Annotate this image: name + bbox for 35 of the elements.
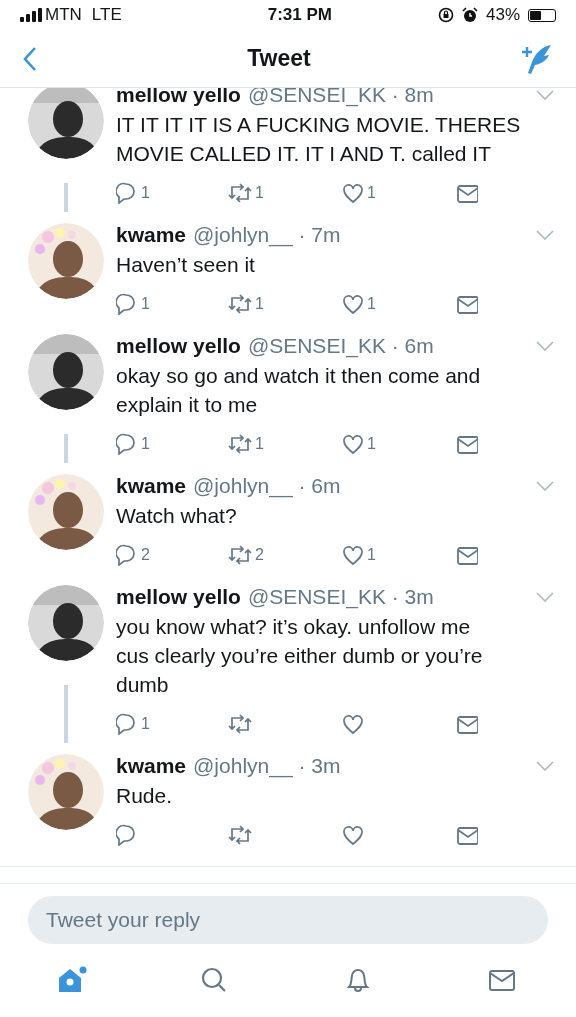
tweet-text: Watch what? (116, 503, 238, 529)
like-count: 1 (367, 183, 376, 203)
user-name: kwame (116, 473, 187, 500)
user-name: mellow yello (116, 584, 241, 611)
retweet-count: 1 (255, 294, 264, 314)
like-count: 1 (367, 434, 376, 454)
page-title: Tweet (247, 44, 311, 74)
tweet-text: you know what? it’s okay. unfollow me cus clearly you’re either dumb or you’re dumb (116, 614, 484, 698)
like-count: 1 (367, 545, 376, 565)
user-handle: @johlyn__ · 3m (193, 753, 342, 780)
user-handle: @johlyn__ · 7m (193, 222, 342, 249)
user-handle: @SENSEI_KK · 6m (247, 333, 435, 360)
user-handle: @SENSEI_KK · 3m (247, 584, 435, 611)
tweet-text: Haven’t seen it (116, 252, 256, 278)
reply-count: 2 (141, 545, 150, 565)
user-name: mellow yello (116, 333, 241, 360)
user-name: kwame (116, 753, 187, 780)
reply-count: 1 (141, 434, 150, 454)
carrier-name: MTN (45, 4, 82, 27)
reply-field[interactable]: Tweet your reply (28, 896, 548, 944)
reply-count: 1 (141, 183, 150, 203)
retweet-count: 1 (255, 434, 264, 454)
retweet-count: 1 (255, 183, 264, 203)
user-handle: @johlyn__ · 6m (193, 473, 342, 500)
retweet-count: 2 (255, 545, 264, 565)
tweet-text: Rude. (116, 783, 174, 809)
tweet-text: okay so go and watch it then come and explain it to me (116, 363, 482, 418)
battery-percent: 43% (485, 4, 520, 27)
reply-count: 1 (141, 714, 150, 734)
reply-count: 1 (141, 294, 150, 314)
user-name: kwame (116, 222, 187, 249)
tweet-text: IT IT IT IT IS A FUCKING MOVIE. THERES MOVIE CALLED IT. IT I AND T. called IT (116, 112, 522, 167)
like-count: 1 (367, 294, 376, 314)
network-type: LTE (91, 4, 122, 27)
clock-time: 7:31 PM (267, 4, 332, 27)
